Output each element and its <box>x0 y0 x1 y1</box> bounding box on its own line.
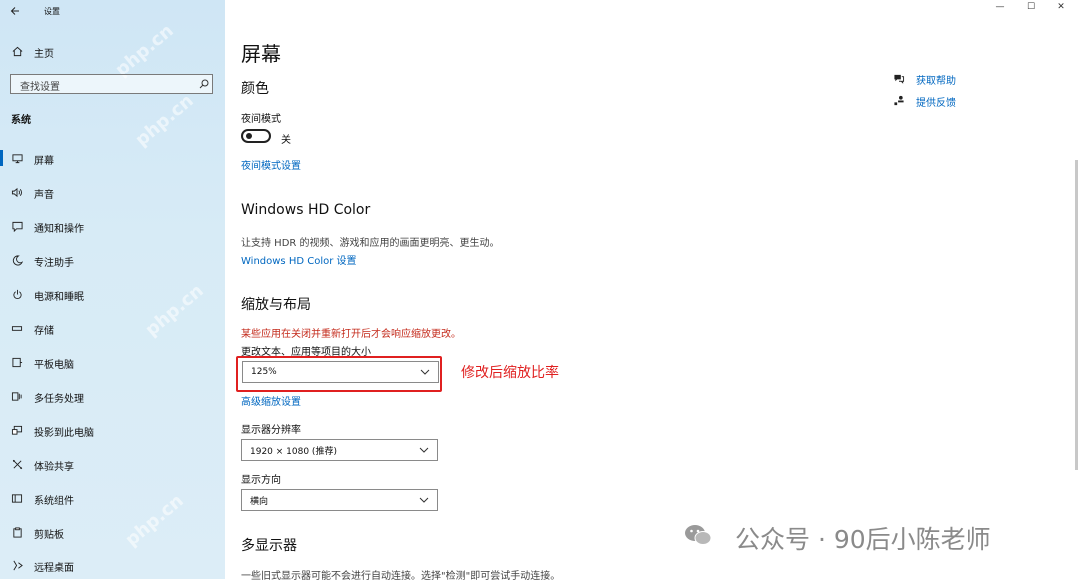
sidebar-item-label: 多任务处理 <box>34 394 84 405</box>
hd-color-settings-link[interactable]: Windows HD Color 设置 <box>241 252 357 267</box>
search-icon[interactable] <box>197 77 211 91</box>
section-hd-color: Windows HD Color <box>241 202 371 218</box>
sidebar-item-shared-experiences[interactable]: 体验共享 <box>0 454 225 474</box>
sidebar-item-tablet[interactable]: 平板电脑 <box>0 352 225 372</box>
resolution-dropdown[interactable]: 1920 × 1080 (推荐) <box>241 439 438 461</box>
night-light-state: 关 <box>281 135 291 146</box>
notification-icon <box>10 219 24 233</box>
tablet-icon <box>10 355 24 369</box>
sidebar-item-notifications[interactable]: 通知和操作 <box>0 216 225 236</box>
chevron-down-icon <box>419 497 429 503</box>
advanced-scaling-link[interactable]: 高级缩放设置 <box>241 393 301 408</box>
sidebar-item-remote-desktop[interactable]: 远程桌面 <box>0 555 225 575</box>
power-icon <box>10 287 24 301</box>
scrollbar-thumb[interactable] <box>1075 160 1078 470</box>
components-icon <box>10 491 24 505</box>
sidebar-item-components[interactable]: 系统组件 <box>0 488 225 508</box>
sidebar-item-label: 声音 <box>34 190 54 201</box>
clipboard-icon <box>10 525 24 539</box>
toggle-knob <box>246 133 252 139</box>
watermark-brand: 公众号 · 90后小陈老师 <box>735 525 991 554</box>
project-icon <box>10 423 24 437</box>
sidebar-item-storage[interactable]: 存储 <box>0 318 225 338</box>
watermark-site: php.cn <box>111 20 178 81</box>
sidebar-item-label: 屏幕 <box>34 156 54 167</box>
search-placeholder: 查找设置 <box>20 82 60 93</box>
sidebar-item-sound[interactable]: 声音 <box>0 182 225 202</box>
chevron-down-icon <box>420 369 430 375</box>
sidebar-item-label: 存储 <box>34 326 54 337</box>
sidebar-item-label: 投影到此电脑 <box>34 428 94 439</box>
section-color: 颜色 <box>241 81 269 97</box>
home-icon <box>10 44 24 58</box>
monitor-icon <box>10 151 24 165</box>
back-arrow-icon[interactable] <box>8 4 22 18</box>
help-chat-icon <box>892 71 906 85</box>
sidebar-item-label: 系统组件 <box>34 496 74 507</box>
sidebar-item-label: 平板电脑 <box>34 360 74 371</box>
share-icon <box>10 457 24 471</box>
sidebar-item-label: 体验共享 <box>34 462 74 473</box>
orientation-label: 显示方向 <box>241 475 281 486</box>
scale-warning: 某些应用在关闭并重新打开后才会响应缩放更改。 <box>241 329 461 340</box>
multitask-icon <box>10 389 24 403</box>
feedback-link[interactable]: 提供反馈 <box>916 94 956 109</box>
scale-dropdown-value: 125% <box>251 367 277 377</box>
sidebar-section-label: 系统 <box>11 115 31 126</box>
hd-description: 让支持 HDR 的视频、游戏和应用的画面更明亮、更生动。 <box>241 238 500 249</box>
sidebar-item-clipboard[interactable]: 剪贴板 <box>0 522 225 542</box>
night-light-label: 夜间模式 <box>241 114 281 125</box>
chevron-down-icon <box>419 447 429 453</box>
sidebar-item-focus-assist[interactable]: 专注助手 <box>0 250 225 270</box>
annotation-label: 修改后缩放比率 <box>461 365 559 381</box>
sidebar: php.cn php.cn php.cn php.cn 设置 主页 查找设置 系… <box>0 0 225 579</box>
night-light-toggle[interactable] <box>241 129 271 143</box>
get-help-link[interactable]: 获取帮助 <box>916 72 956 87</box>
sidebar-item-display[interactable]: 屏幕 <box>0 148 225 168</box>
storage-icon <box>10 321 24 335</box>
main-content: — ☐ ✕ 屏幕 颜色 夜间模式 关 夜间模式设置 Windows HD Col… <box>225 0 1080 582</box>
scale-dropdown[interactable]: 125% <box>242 361 439 383</box>
sidebar-home[interactable]: 主页 <box>34 45 54 60</box>
section-scale-layout: 缩放与布局 <box>241 297 311 313</box>
remote-desktop-icon <box>10 558 24 572</box>
orientation-dropdown-value: 横向 <box>250 496 269 507</box>
sidebar-item-label: 通知和操作 <box>34 224 84 235</box>
minimize-button[interactable]: — <box>993 2 1007 12</box>
multi-display-description: 一些旧式显示器可能不会进行自动连接。选择"检测"即可尝试手动连接。 <box>241 571 561 582</box>
wechat-icon <box>683 521 713 549</box>
sidebar-item-power[interactable]: 电源和睡眠 <box>0 284 225 304</box>
watermark-site: php.cn <box>131 90 198 151</box>
sidebar-item-label: 专注助手 <box>34 258 74 269</box>
speaker-icon <box>10 185 24 199</box>
resolution-dropdown-value: 1920 × 1080 (推荐) <box>250 446 337 457</box>
sidebar-item-label: 剪贴板 <box>34 530 64 541</box>
page-title: 屏幕 <box>241 42 281 66</box>
resolution-label: 显示器分辨率 <box>241 425 301 436</box>
section-multiple-displays: 多显示器 <box>241 538 297 554</box>
feedback-icon <box>892 93 906 107</box>
window-title: 设置 <box>44 7 60 16</box>
maximize-button[interactable]: ☐ <box>1024 2 1038 12</box>
orientation-dropdown[interactable]: 横向 <box>241 489 438 511</box>
close-button[interactable]: ✕ <box>1054 2 1068 12</box>
sidebar-item-label: 远程桌面 <box>34 563 74 574</box>
sidebar-item-multitasking[interactable]: 多任务处理 <box>0 386 225 406</box>
search-input[interactable]: 查找设置 <box>10 74 213 94</box>
night-light-settings-link[interactable]: 夜间模式设置 <box>241 157 301 172</box>
moon-icon <box>10 253 24 267</box>
sidebar-item-project[interactable]: 投影到此电脑 <box>0 420 225 440</box>
sidebar-item-label: 电源和睡眠 <box>34 292 84 303</box>
